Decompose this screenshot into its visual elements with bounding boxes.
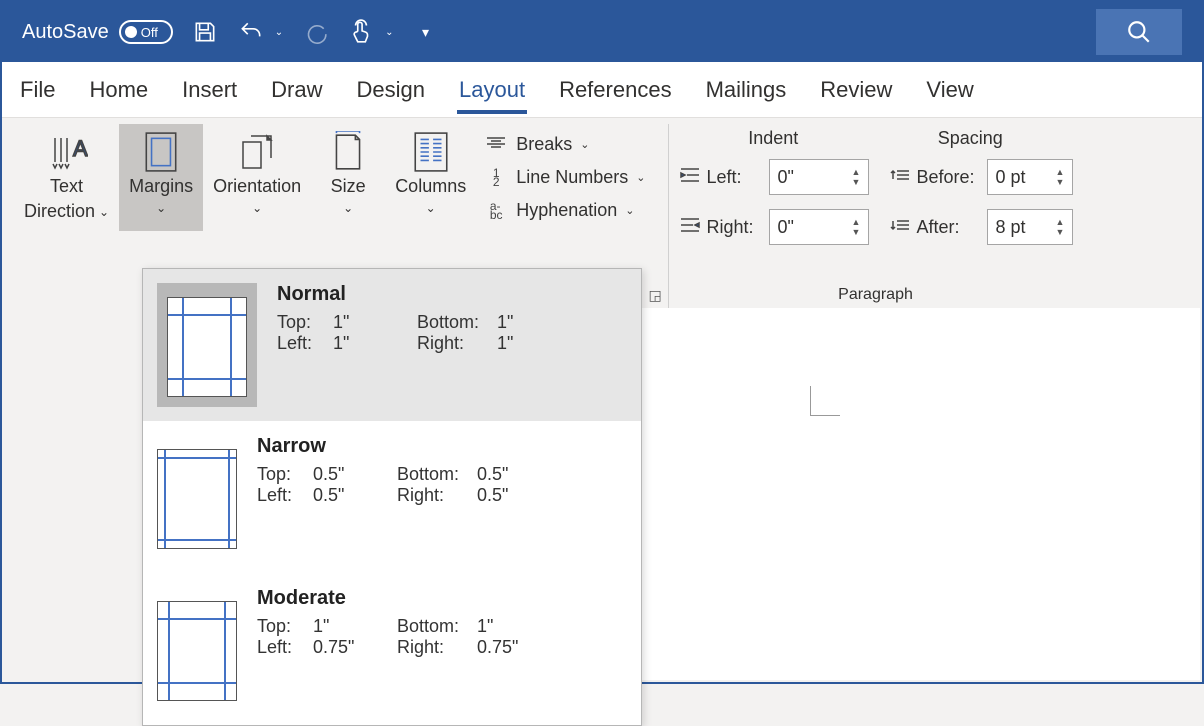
columns-button[interactable]: Columns ⌄ <box>385 124 476 231</box>
tab-mailings[interactable]: Mailings <box>704 67 789 113</box>
chevron-down-icon: ⌄ <box>625 204 634 217</box>
hyphenation-label: Hyphenation <box>516 200 617 221</box>
margin-preview-normal <box>167 297 247 397</box>
toggle-state: Off <box>141 25 158 40</box>
document-area[interactable] <box>642 308 1200 680</box>
spacing-after-icon <box>889 217 911 238</box>
margin-preview-moderate <box>157 601 237 701</box>
text-direction-button[interactable]: A Text Direction⌄ <box>14 124 119 231</box>
indent-left-input[interactable]: 0"▲▼ <box>769 159 869 195</box>
toggle-dot <box>125 26 137 38</box>
margin-option-normal[interactable]: Normal Top:1"Bottom:1" Left:1"Right:1" <box>143 269 641 421</box>
margin-name: Moderate <box>257 587 627 610</box>
columns-label: Columns <box>395 176 466 197</box>
touch-mode-icon[interactable] <box>347 18 375 46</box>
save-icon[interactable] <box>191 18 219 46</box>
spacing-before-input[interactable]: 0 pt▲▼ <box>987 159 1073 195</box>
paragraph-group: Indent Spacing Left: 0"▲▼ Right: 0"▲▼ <box>668 124 1083 308</box>
paragraph-group-label: Paragraph <box>838 286 913 303</box>
indent-right-input[interactable]: 0"▲▼ <box>769 209 869 245</box>
spacing-after-label: After: <box>917 217 981 238</box>
hyphenation-icon: a-bc <box>484 202 508 220</box>
chevron-down-icon: ⌄ <box>580 138 589 151</box>
tab-home[interactable]: Home <box>87 67 150 113</box>
chevron-down-icon: ⌄ <box>99 205 109 219</box>
text-direction-icon: A <box>46 132 88 172</box>
margins-dropdown-menu: Normal Top:1"Bottom:1" Left:1"Right:1" N… <box>142 268 642 726</box>
orientation-label: Orientation <box>213 176 301 197</box>
margin-option-narrow[interactable]: Narrow Top:0.5"Bottom:0.5" Left:0.5"Righ… <box>143 421 641 573</box>
margin-preview-narrow <box>157 449 237 549</box>
tab-draw[interactable]: Draw <box>269 67 324 113</box>
spacing-before-icon <box>889 167 911 188</box>
chevron-down-icon: ⌄ <box>343 201 353 215</box>
autosave-toggle[interactable]: AutoSave Off <box>22 20 173 44</box>
hyphenation-button[interactable]: a-bc Hyphenation ⌄ <box>478 196 651 225</box>
tab-review[interactable]: Review <box>818 67 894 113</box>
margins-icon <box>143 132 179 172</box>
tab-view[interactable]: View <box>924 67 975 113</box>
margin-name: Narrow <box>257 435 627 458</box>
customize-qat-icon[interactable]: ▾ <box>412 18 440 46</box>
margin-name: Normal <box>277 283 627 306</box>
spacing-header: Spacing <box>938 128 1003 149</box>
size-icon <box>331 132 365 172</box>
spacing-before-label: Before: <box>917 167 981 188</box>
cursor-position-marker <box>810 386 840 416</box>
toggle-switch[interactable]: Off <box>119 20 173 44</box>
indent-right-icon <box>679 217 701 238</box>
ribbon-tabs: File Home Insert Draw Design Layout Refe… <box>2 62 1202 118</box>
margin-option-moderate[interactable]: Moderate Top:1"Bottom:1" Left:0.75"Right… <box>143 573 641 725</box>
tab-references[interactable]: References <box>557 67 674 113</box>
text-direction-label: Text <box>50 176 83 197</box>
line-numbers-icon: 12 <box>484 169 508 187</box>
search-button[interactable] <box>1096 9 1182 55</box>
chevron-down-icon: ⌄ <box>156 201 166 215</box>
orientation-icon <box>237 132 277 172</box>
title-bar: AutoSave Off ⌄ ⌄ ▾ <box>2 2 1202 62</box>
line-numbers-button[interactable]: 12 Line Numbers ⌄ <box>478 163 651 192</box>
breaks-icon <box>484 136 508 154</box>
dialog-launcher-icon[interactable]: ◲ <box>649 287 662 304</box>
indent-left-label: Left: <box>707 167 763 188</box>
svg-text:A: A <box>73 136 88 161</box>
tab-layout[interactable]: Layout <box>457 67 527 113</box>
tab-file[interactable]: File <box>18 67 57 113</box>
margins-button[interactable]: Margins ⌄ <box>119 124 203 231</box>
line-numbers-label: Line Numbers <box>516 167 628 188</box>
tab-design[interactable]: Design <box>355 67 427 113</box>
touch-dropdown-icon[interactable]: ⌄ <box>385 27 393 38</box>
undo-icon[interactable] <box>237 18 265 46</box>
orientation-button[interactable]: Orientation ⌄ <box>203 124 311 231</box>
redo-icon[interactable] <box>301 18 329 46</box>
margins-label: Margins <box>129 176 193 197</box>
chevron-down-icon: ⌄ <box>252 201 262 215</box>
spacing-after-input[interactable]: 8 pt▲▼ <box>987 209 1073 245</box>
undo-dropdown-icon[interactable]: ⌄ <box>275 27 283 38</box>
indent-left-icon <box>679 167 701 188</box>
breaks-button[interactable]: Breaks ⌄ <box>478 130 651 159</box>
size-button[interactable]: Size ⌄ <box>311 124 385 231</box>
size-label: Size <box>331 176 366 197</box>
chevron-down-icon: ⌄ <box>636 171 645 184</box>
breaks-label: Breaks <box>516 134 572 155</box>
indent-right-label: Right: <box>707 217 763 238</box>
tab-insert[interactable]: Insert <box>180 67 239 113</box>
indent-header: Indent <box>748 128 798 149</box>
autosave-label: AutoSave <box>22 21 109 44</box>
columns-icon <box>413 132 449 172</box>
chevron-down-icon: ⌄ <box>426 201 436 215</box>
